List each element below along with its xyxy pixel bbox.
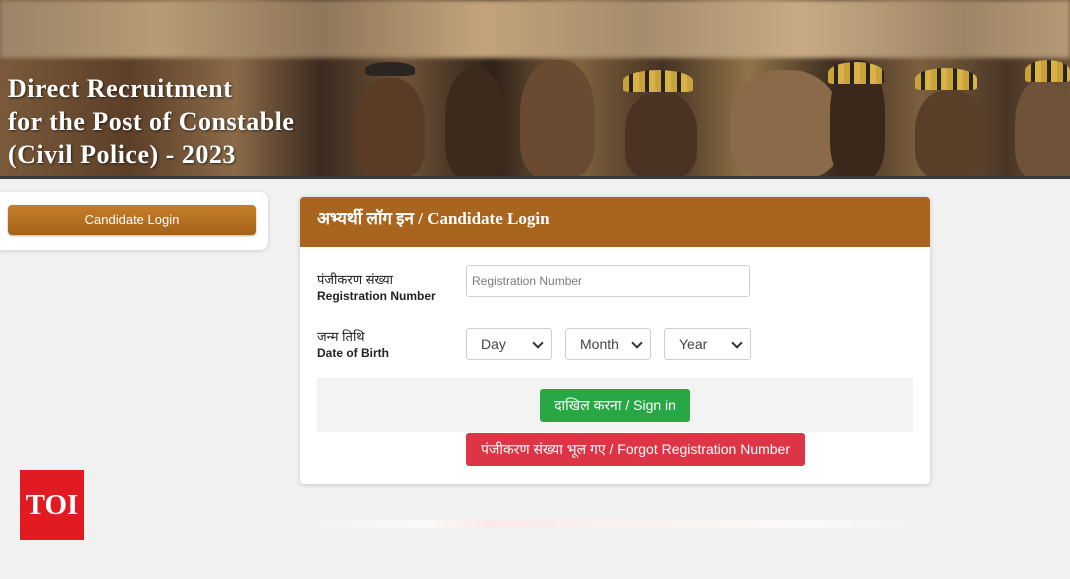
banner-figure xyxy=(625,92,697,178)
registration-label-english: Registration Number xyxy=(317,289,436,303)
chevron-down-icon xyxy=(532,337,544,349)
login-card-title: अभ्यर्थी लॉग इन / Candidate Login xyxy=(317,209,550,228)
date-of-birth-label: जन्म तिथि Date of Birth xyxy=(317,328,389,362)
dob-label-hindi: जन्म तिथि xyxy=(317,329,365,344)
registration-number-label: पंजीकरण संख्या Registration Number xyxy=(317,271,436,305)
month-select[interactable]: Month xyxy=(565,328,651,360)
toi-logo: TOI xyxy=(20,470,84,540)
header-banner: Direct Recruitment for the Post of Const… xyxy=(0,0,1070,179)
registration-label-hindi: पंजीकरण संख्या xyxy=(317,272,394,287)
month-select-value: Month xyxy=(580,336,619,352)
year-select[interactable]: Year xyxy=(664,328,751,360)
banner-turban xyxy=(828,62,884,84)
banner-title-line: for the Post of Constable xyxy=(8,107,295,136)
day-select-value: Day xyxy=(481,336,506,352)
banner-title-line: (Civil Police) - 2023 xyxy=(8,140,236,169)
banner-figure xyxy=(520,60,595,178)
banner-figure xyxy=(730,70,840,178)
forgot-registration-number-button[interactable]: पंजीकरण संख्या भूल गए / Forgot Registrat… xyxy=(466,433,805,466)
day-select[interactable]: Day xyxy=(466,328,552,360)
dob-label-english: Date of Birth xyxy=(317,346,389,360)
banner-title-line: Direct Recruitment xyxy=(8,74,233,103)
sign-in-button[interactable]: दाखिल करना / Sign in xyxy=(540,389,690,422)
banner-divider xyxy=(0,176,1070,179)
registration-number-input[interactable] xyxy=(466,265,750,297)
banner-title: Direct Recruitment for the Post of Const… xyxy=(8,72,328,171)
candidate-login-button[interactable]: Candidate Login xyxy=(8,205,256,235)
banner-figure xyxy=(1015,80,1070,178)
sidebar: Candidate Login xyxy=(0,192,268,250)
banner-figure xyxy=(355,78,425,178)
faded-divider xyxy=(300,520,930,528)
banner-turban xyxy=(915,68,977,90)
banner-figure xyxy=(915,90,985,178)
login-card-header: अभ्यर्थी लॉग इन / Candidate Login xyxy=(300,197,930,247)
banner-turban xyxy=(1025,60,1070,82)
chevron-down-icon xyxy=(631,337,643,349)
chevron-down-icon xyxy=(731,337,743,349)
login-card: अभ्यर्थी लॉग इन / Candidate Login पंजीकर… xyxy=(300,197,930,484)
banner-background-blur xyxy=(0,0,1070,58)
banner-turban xyxy=(623,70,693,92)
banner-figure xyxy=(445,68,505,178)
banner-beret xyxy=(365,62,415,76)
year-select-value: Year xyxy=(679,336,708,352)
